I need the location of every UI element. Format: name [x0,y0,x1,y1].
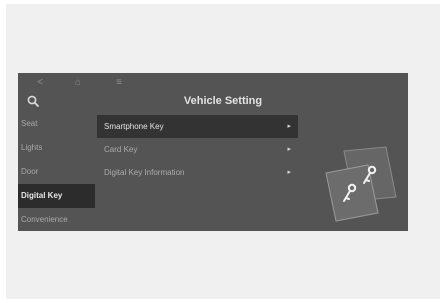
chevron-right-icon: ▸ [287,169,291,176]
sidebar-item-convenience[interactable]: Convenience [18,208,96,231]
search-icon[interactable] [27,95,39,107]
menu-item-smartphone-key[interactable]: Smartphone Key ▸ [97,115,298,138]
menu-item-label: Digital Key Information [104,168,185,177]
back-icon[interactable]: < [35,78,45,88]
sidebar-item-door[interactable]: Door [18,160,96,184]
menu-item-card-key[interactable]: Card Key ▸ [97,138,298,161]
vehicle-setting-screen: < ⌂ ≡ Vehicle Setting Seat Lights Door D… [18,73,408,231]
menu-item-label: Card Key [104,145,138,154]
home-icon[interactable]: ⌂ [73,78,83,88]
chevron-right-icon: ▸ [287,146,291,153]
sidebar: Seat Lights Door Digital Key Convenience [18,112,96,231]
digital-key-cards-illustration [325,146,397,222]
sidebar-item-lights[interactable]: Lights [18,136,96,160]
chevron-right-icon: ▸ [287,123,291,130]
sidebar-item-seat[interactable]: Seat [18,112,96,136]
page-title: Vehicle Setting [183,95,263,107]
menu-item-label: Smartphone Key [104,122,164,131]
menu-icon[interactable]: ≡ [114,78,124,88]
sidebar-item-digital-key[interactable]: Digital Key [18,184,95,208]
digital-key-menu: Smartphone Key ▸ Card Key ▸ Digital Key … [97,115,298,184]
menu-item-digital-key-information[interactable]: Digital Key Information ▸ [97,161,298,184]
